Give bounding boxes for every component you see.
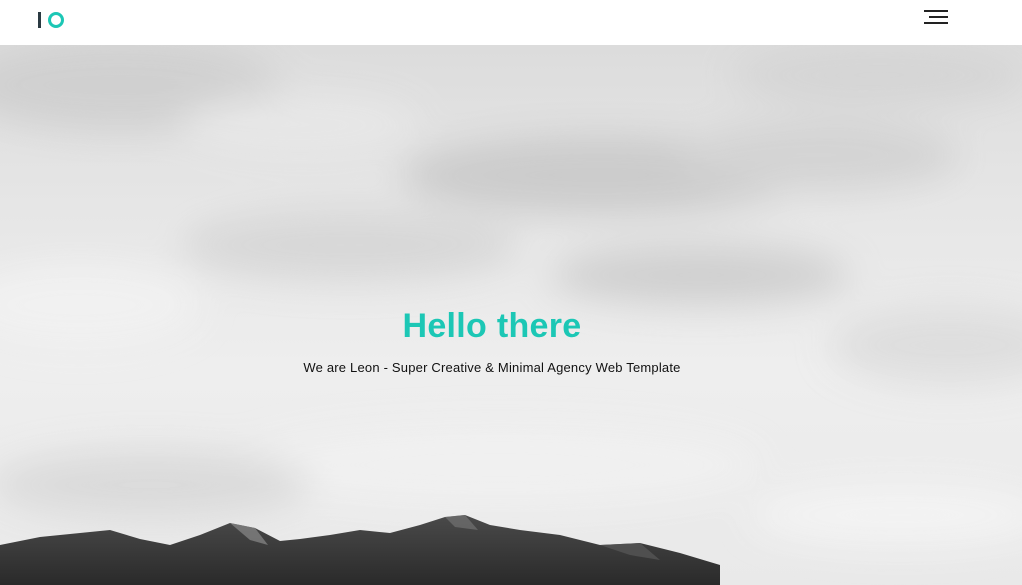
menu-line-top — [924, 10, 948, 12]
top-navbar — [0, 0, 1022, 45]
hero-subtitle: We are Leon - Super Creative & Minimal A… — [303, 360, 681, 375]
logo-ring-glyph — [48, 12, 64, 28]
menu-line-middle — [929, 16, 948, 18]
logo-bar-glyph — [38, 12, 41, 28]
hamburger-menu-icon[interactable] — [922, 9, 950, 27]
brand-logo[interactable] — [37, 11, 65, 29]
hero-title: Hello there — [402, 307, 582, 345]
menu-line-bottom — [924, 22, 948, 24]
hero-section: Hello there We are Leon - Super Creative… — [0, 45, 1022, 585]
landing-page: Hello there We are Leon - Super Creative… — [0, 0, 1022, 585]
mountain-range-image — [0, 515, 720, 585]
